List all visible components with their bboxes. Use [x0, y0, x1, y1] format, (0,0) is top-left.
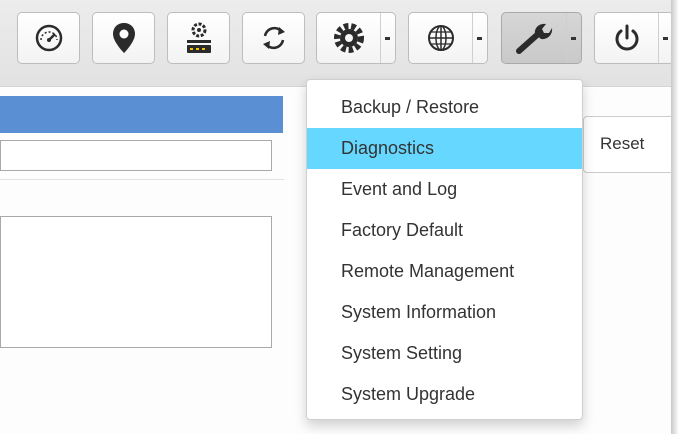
wrench-icon [515, 23, 552, 54]
dashboard-button[interactable] [17, 12, 80, 64]
power-icon [615, 24, 639, 51]
menu-item-event-and-log[interactable]: Event and Log [307, 169, 582, 210]
dashboard-gauge-icon [35, 24, 62, 52]
menu-item-system-information[interactable]: System Information [307, 292, 582, 333]
location-button[interactable] [92, 12, 155, 64]
globe-icon [428, 25, 454, 51]
network-device-button[interactable] [167, 12, 230, 64]
refresh-button[interactable] [242, 12, 305, 64]
section-header-bar [0, 96, 283, 133]
menu-item-factory-default[interactable]: Factory Default [307, 210, 582, 251]
menu-item-backup-restore[interactable]: Backup / Restore [307, 87, 582, 128]
menu-item-system-upgrade[interactable]: System Upgrade [307, 374, 582, 415]
top-toolbar [0, 0, 671, 87]
divider [0, 179, 284, 180]
menu-item-diagnostics[interactable]: Diagnostics [307, 128, 582, 169]
tools-button[interactable] [501, 12, 582, 64]
window-edge-shadow [671, 0, 679, 434]
power-dropdown-caret[interactable] [658, 13, 671, 63]
tools-dropdown-menu: Backup / Restore Diagnostics Event and L… [306, 79, 583, 420]
settings-dropdown-caret[interactable] [380, 13, 395, 63]
gear-icon [334, 23, 364, 53]
target-input[interactable] [0, 140, 272, 171]
menu-item-remote-management[interactable]: Remote Management [307, 251, 582, 292]
language-button[interactable] [408, 12, 488, 64]
settings-button[interactable] [316, 12, 396, 64]
menu-item-system-setting[interactable]: System Setting [307, 333, 582, 374]
reset-button[interactable]: Reset [583, 116, 671, 173]
refresh-icon [262, 26, 285, 50]
tools-dropdown-caret[interactable] [566, 13, 581, 63]
power-button[interactable] [594, 12, 671, 64]
output-textarea[interactable] [0, 216, 272, 348]
app-window: Reset Backup / Restore Diagnostics Event… [0, 0, 671, 434]
language-dropdown-caret[interactable] [472, 13, 487, 63]
location-pin-icon [112, 23, 135, 53]
network-device-icon [186, 22, 211, 53]
